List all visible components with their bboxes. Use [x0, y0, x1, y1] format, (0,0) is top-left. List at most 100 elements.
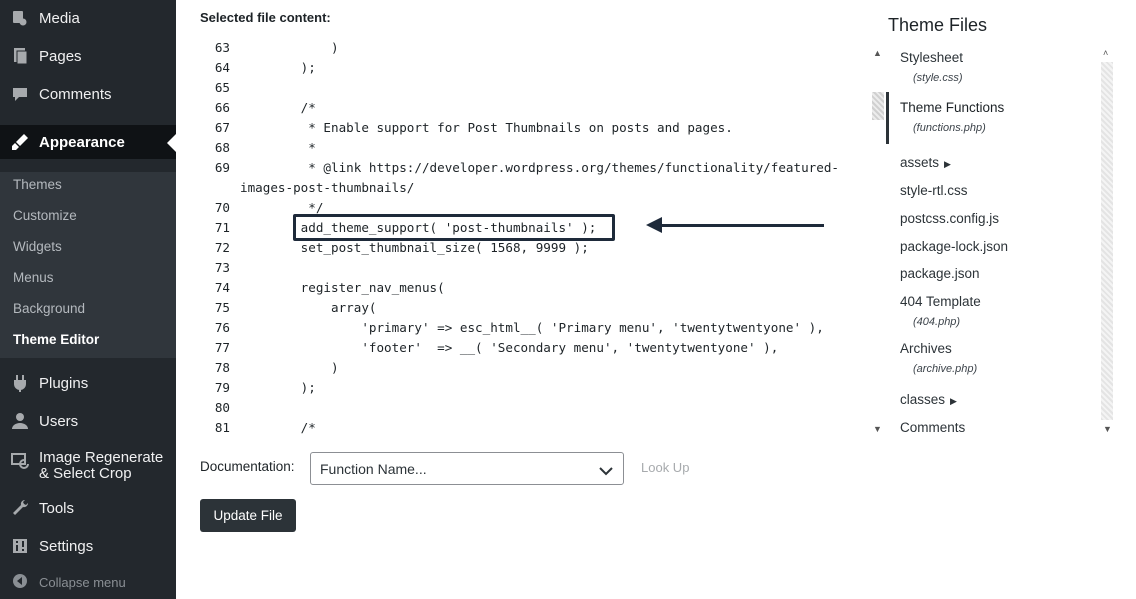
line-code: 'primary' => esc_html__( 'Primary menu',…: [240, 320, 824, 335]
line-code: * Enable support for Post Thumbnails on …: [240, 120, 733, 135]
line-number: 72: [214, 240, 230, 255]
appearance-submenu: Themes Customize Widgets Menus Backgroun…: [0, 172, 176, 358]
collapse-menu-button[interactable]: Collapse menu: [0, 570, 176, 594]
media-icon: [10, 8, 30, 28]
file-stylesheet[interactable]: Stylesheet (style.css): [900, 50, 963, 84]
menu-comments[interactable]: Comments: [0, 77, 176, 111]
menu-settings[interactable]: Settings: [0, 529, 176, 563]
menu-tools[interactable]: Tools: [0, 491, 176, 525]
file-package-json[interactable]: package.json: [900, 266, 980, 281]
menu-pages[interactable]: Pages: [0, 39, 176, 73]
line-code: ): [240, 40, 339, 55]
folder-classes[interactable]: classes ▶: [900, 392, 957, 407]
file-theme-functions[interactable]: Theme Functions (functions.php): [900, 100, 1004, 134]
file-postcss-config[interactable]: postcss.config.js: [900, 211, 999, 226]
line-code: images-post-thumbnails/: [240, 180, 415, 195]
file-name: Stylesheet: [900, 50, 964, 65]
submenu-theme-editor[interactable]: Theme Editor: [13, 332, 99, 347]
line-code: );: [240, 380, 316, 395]
chevron-down-icon: [599, 463, 613, 479]
submenu-background[interactable]: Background: [13, 301, 85, 316]
admin-sidebar: Media Pages Comments Appearance Themes C…: [0, 0, 176, 599]
file-filename: (archive.php): [913, 363, 978, 375]
look-up-button[interactable]: Look Up: [641, 460, 689, 475]
file-name: package-lock.json: [900, 239, 1009, 254]
file-name: assets: [900, 155, 940, 170]
line-number: 76: [214, 320, 230, 335]
file-comments[interactable]: Comments: [900, 420, 965, 435]
menu-plugins-label: Plugins: [39, 374, 89, 392]
function-name-select-value: Function Name...: [320, 460, 427, 477]
menu-plugins[interactable]: Plugins: [0, 366, 176, 400]
file-name: package.json: [900, 266, 980, 281]
submenu-customize[interactable]: Customize: [13, 208, 77, 223]
file-style-rtl[interactable]: style-rtl.css: [900, 183, 968, 198]
annotation-arrow: [660, 224, 824, 227]
line-code: *: [240, 140, 316, 155]
menu-image-regenerate[interactable]: Image Regenerate & Select Crop: [0, 448, 176, 488]
line-code: register_nav_menus(: [240, 280, 445, 295]
users-icon: [10, 411, 30, 431]
caret-right-icon: ▶: [950, 396, 957, 406]
menu-media-label: Media: [39, 9, 80, 27]
file-package-lock[interactable]: package-lock.json: [900, 239, 1008, 254]
line-number: 64: [214, 60, 230, 75]
line-code: 'footer' => __( 'Secondary menu', 'twent…: [240, 340, 779, 355]
line-code: /*: [240, 100, 316, 115]
menu-media[interactable]: Media: [0, 1, 176, 35]
file-filename: (style.css): [913, 72, 963, 84]
line-number: 78: [214, 360, 230, 375]
files-scroll-up-icon[interactable]: ˄: [1103, 48, 1108, 58]
documentation-label: Documentation:: [200, 459, 295, 474]
comments-icon: [10, 84, 30, 104]
line-code: * @link https://developer.wordpress.org/…: [240, 160, 839, 175]
menu-appearance[interactable]: Appearance: [0, 125, 176, 159]
submenu-themes[interactable]: Themes: [13, 177, 62, 192]
menu-pages-label: Pages: [39, 47, 82, 65]
line-number: 75: [214, 300, 230, 315]
line-number: 81: [214, 420, 230, 435]
file-name: Theme Functions: [900, 100, 1005, 115]
submenu-menus[interactable]: Menus: [13, 270, 54, 285]
menu-users[interactable]: Users: [0, 404, 176, 438]
folder-assets[interactable]: assets ▶: [900, 155, 951, 170]
line-number: 67: [214, 120, 230, 135]
file-archives[interactable]: Archives (archive.php): [900, 341, 977, 375]
line-number: 66: [214, 100, 230, 115]
file-404-template[interactable]: 404 Template (404.php): [900, 294, 981, 328]
collapse-icon: [12, 573, 28, 592]
pages-icon: [10, 46, 30, 66]
line-number: 74: [214, 280, 230, 295]
menu-image-regenerate-line2: & Select Crop: [39, 465, 132, 482]
appearance-icon: [10, 132, 30, 152]
update-file-button[interactable]: Update File: [200, 499, 296, 532]
file-name: classes: [900, 392, 946, 407]
highlight-box: [293, 214, 615, 241]
submenu-widgets[interactable]: Widgets: [13, 239, 62, 254]
image-regenerate-icon: [10, 450, 30, 470]
files-scrollbar[interactable]: [1101, 62, 1113, 420]
line-number: 70: [214, 200, 230, 215]
menu-users-label: Users: [39, 412, 79, 430]
line-code: ): [240, 360, 339, 375]
menu-appearance-label: Appearance: [39, 133, 125, 151]
line-number: 65: [214, 80, 230, 95]
plugins-icon: [10, 373, 30, 393]
file-name: 404 Template: [900, 294, 981, 309]
line-code: array(: [240, 300, 377, 315]
function-name-select[interactable]: Function Name...: [310, 452, 624, 485]
line-number: 79: [214, 380, 230, 395]
file-name: style-rtl.css: [900, 183, 968, 198]
files-scroll-down-icon[interactable]: ▼: [1103, 424, 1112, 434]
line-number: 71: [214, 220, 230, 235]
file-name: Comments: [900, 420, 966, 435]
menu-settings-label: Settings: [39, 537, 94, 555]
file-name: Archives: [900, 341, 952, 356]
caret-right-icon: ▶: [944, 159, 951, 169]
menu-tools-label: Tools: [39, 499, 75, 517]
selected-file-label: Selected file content:: [200, 10, 331, 25]
theme-files-list: Stylesheet (style.css) Theme Functions (…: [870, 44, 1120, 440]
collapse-menu-label: Collapse menu: [39, 574, 126, 590]
settings-icon: [10, 536, 30, 556]
active-menu-pointer: [167, 134, 176, 152]
